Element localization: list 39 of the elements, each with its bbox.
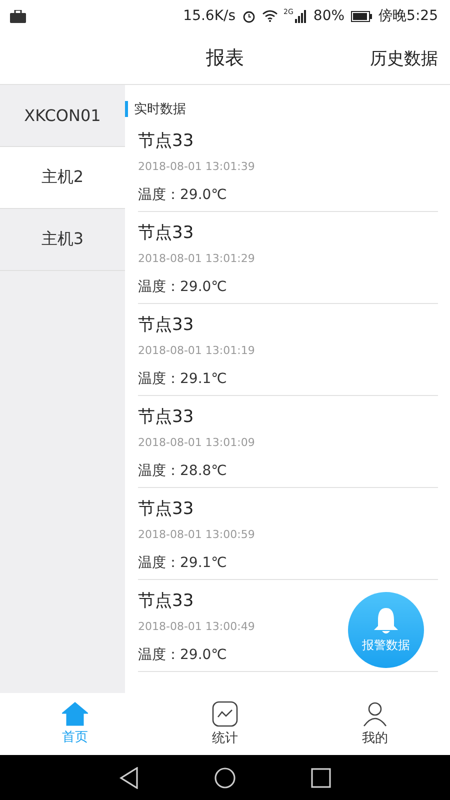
- bell-icon: [373, 606, 399, 634]
- home-circle-icon[interactable]: [214, 766, 236, 788]
- nav-tab[interactable]: 统计: [150, 693, 300, 755]
- battery-percent: 80%: [313, 8, 345, 24]
- page-title: 报表: [206, 46, 244, 71]
- history-link[interactable]: 历史数据: [370, 46, 438, 70]
- wifi-icon: [262, 10, 278, 22]
- node-name: 节点33: [138, 130, 194, 152]
- node-name: 节点33: [138, 314, 194, 336]
- temperature-reading: 温度：29.0℃: [138, 186, 227, 204]
- node-name: 节点33: [138, 498, 194, 520]
- temperature-reading: 温度：28.8℃: [138, 462, 227, 480]
- node-name: 节点33: [138, 406, 194, 428]
- clock-time: 傍晚5:25: [378, 7, 438, 25]
- temperature-reading: 温度：29.0℃: [138, 646, 227, 664]
- timestamp: 2018-08-01 13:00:59: [138, 528, 255, 542]
- temperature-reading: 温度：29.1℃: [138, 370, 227, 388]
- nav-tab[interactable]: 我的: [300, 693, 450, 755]
- timestamp: 2018-08-01 13:01:09: [138, 436, 255, 450]
- signal-icon: [295, 10, 308, 22]
- user-icon: [362, 701, 388, 727]
- back-icon[interactable]: [119, 766, 139, 788]
- node-name: 节点33: [138, 222, 194, 244]
- chart-icon: [212, 701, 238, 727]
- timestamp: 2018-08-01 13:01:39: [138, 160, 255, 174]
- timestamp: 2018-08-01 13:01:19: [138, 344, 255, 358]
- timestamp: 2018-08-01 13:00:49: [138, 620, 255, 634]
- temperature-reading: 温度：29.0℃: [138, 278, 227, 296]
- recents-icon[interactable]: [311, 768, 331, 788]
- timestamp: 2018-08-01 13:01:29: [138, 252, 255, 266]
- section-title: 实时数据: [134, 101, 186, 118]
- home-icon: [62, 702, 88, 726]
- node-name: 节点33: [138, 590, 194, 612]
- battery-icon: [350, 10, 373, 22]
- alarm-clock-icon: [242, 9, 256, 23]
- network-speed: 15.6K/s: [183, 8, 236, 24]
- sidebar-item[interactable]: 主机2: [0, 147, 125, 209]
- temperature-reading: 温度：29.1℃: [138, 554, 227, 572]
- briefcase-icon: [10, 10, 26, 22]
